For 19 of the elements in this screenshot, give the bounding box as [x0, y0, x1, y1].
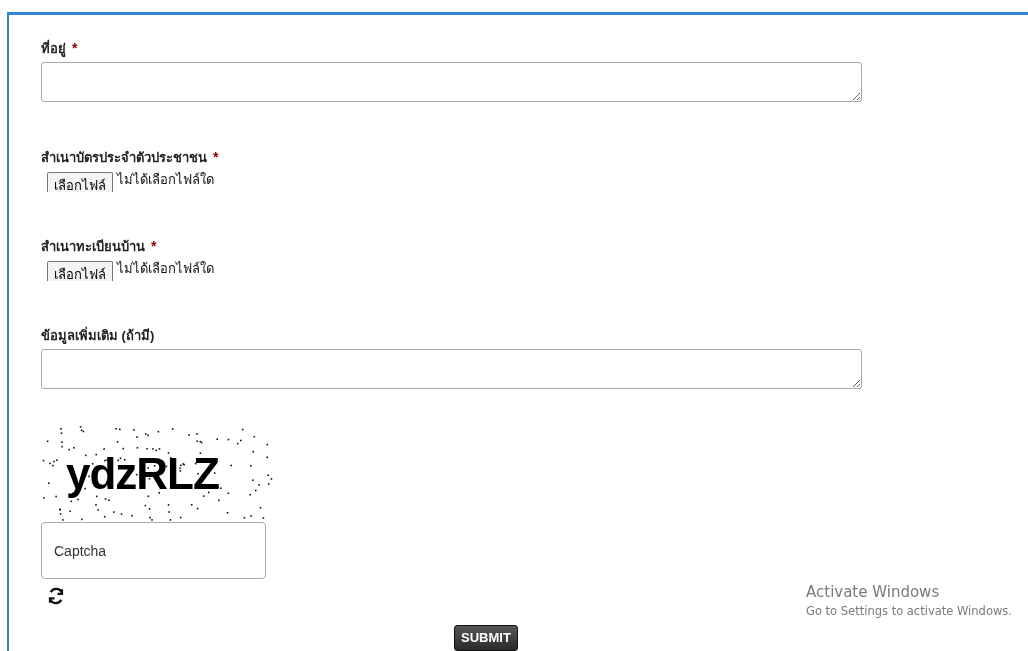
required-marker: *: [151, 238, 157, 254]
activation-message: Go to Settings to activate Windows.: [806, 604, 1012, 618]
submit-button[interactable]: SUBMIT: [454, 625, 518, 651]
field-label: สำเนาทะเบียนบ้าน: [41, 237, 145, 256]
file-status: ไม่ได้เลือกไฟล์ใด: [117, 171, 214, 189]
field-label: ข้อมูลเพิ่มเติม (ถ้ามี): [41, 325, 155, 346]
field-label: ที่อยู่: [41, 38, 66, 59]
text-area[interactable]: [41, 62, 862, 102]
refresh-icon[interactable]: [47, 587, 65, 605]
field-label: สำเนาบัตรประจำตัวประชาชน: [41, 148, 207, 167]
text-area[interactable]: [41, 349, 862, 389]
required-marker: *: [72, 40, 78, 56]
file-status: ไม่ได้เลือกไฟล์ใด: [117, 260, 214, 278]
choose-file-button[interactable]: เลือกไฟล์: [47, 261, 113, 281]
choose-file-button[interactable]: เลือกไฟล์: [47, 172, 113, 192]
required-marker: *: [213, 149, 219, 165]
activation-title: Activate Windows: [806, 583, 941, 601]
captcha-field[interactable]: Captcha: [41, 522, 266, 579]
captcha-text: ydzRLZ: [66, 449, 219, 499]
